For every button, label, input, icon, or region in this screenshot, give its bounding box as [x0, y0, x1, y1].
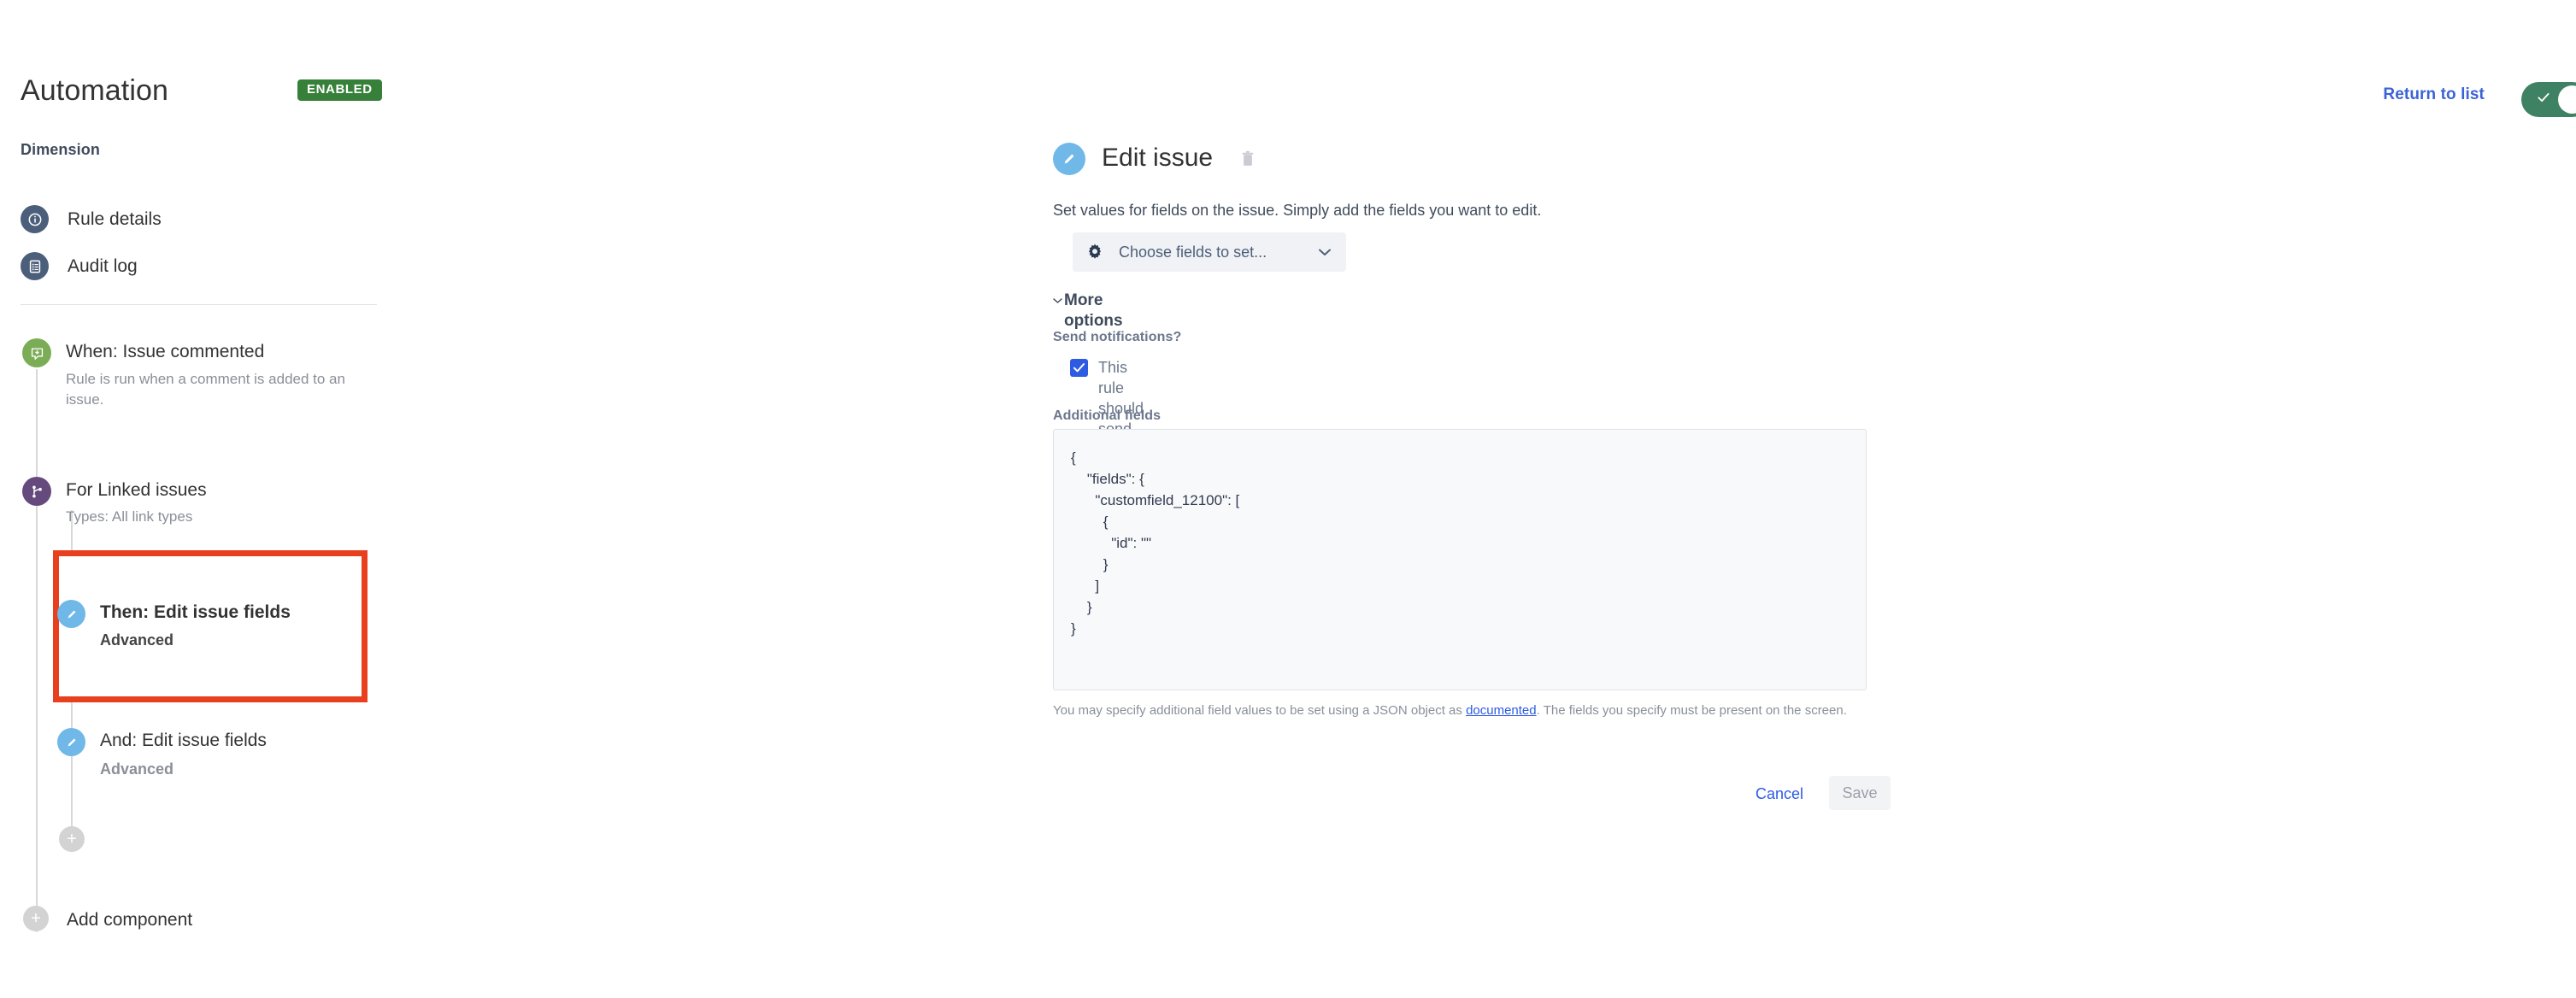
add-component-label[interactable]: Add component: [67, 909, 192, 931]
comment-trigger-icon: [22, 338, 51, 367]
choose-fields-dropdown[interactable]: Choose fields to set...: [1073, 232, 1346, 272]
trash-icon[interactable]: [1240, 150, 1256, 168]
branch-icon: [22, 477, 51, 506]
additional-fields-label: Additional fields: [1053, 408, 1162, 423]
flow-node-subtitle: Rule is run when a comment is added to a…: [66, 371, 345, 408]
json-code-content[interactable]: { "fields": { "customfield_12100": [ { "…: [1054, 430, 1866, 639]
flow-node-title: For Linked issues: [66, 480, 207, 500]
panel-description: Set values for fields on the issue. Simp…: [1053, 202, 1542, 219]
more-options-label: More options: [1064, 291, 1123, 330]
flow-node-title: When: Issue commented: [66, 342, 265, 361]
add-child-component-button[interactable]: +: [59, 826, 85, 852]
check-icon: [2535, 90, 2552, 109]
pencil-icon: [1053, 143, 1085, 175]
panel-title: Edit issue: [1102, 144, 1214, 172]
flow-connector-root: [36, 369, 38, 932]
flow-node-subtitle: Advanced: [100, 760, 174, 778]
choose-fields-label: Choose fields to set...: [1119, 244, 1267, 261]
checkbox-checked-icon[interactable]: [1070, 359, 1088, 377]
additional-fields-helper-text: You may specify additional field values …: [1053, 702, 1856, 720]
edit-issue-panel: Edit issue Set values for fields on the …: [1053, 0, 1959, 998]
plus-icon: +: [67, 830, 77, 848]
chevron-down-icon: [1053, 292, 1062, 309]
send-notifications-label: Send notifications?: [1053, 330, 1182, 344]
return-to-list-link[interactable]: Return to list: [2383, 85, 2485, 104]
rule-flow-tree: When: Issue commented Rule is run when a…: [0, 0, 402, 998]
flow-node-subtitle: Types: All link types: [66, 508, 193, 525]
plus-icon: +: [31, 909, 41, 928]
helper-text-before: You may specify additional field values …: [1053, 703, 1467, 718]
toggle-knob: [2558, 85, 2576, 114]
panel-header: Edit issue: [1053, 141, 1651, 179]
pencil-icon: [57, 728, 85, 756]
flow-node-title: Then: Edit issue fields: [100, 602, 291, 622]
add-component-button[interactable]: +: [23, 906, 49, 931]
flow-node-subtitle: Advanced: [100, 631, 174, 649]
rule-sidebar: Automation ENABLED Dimension Rule detail…: [0, 0, 402, 998]
helper-text-after: . The fields you specify must be present…: [1536, 703, 1847, 718]
selection-highlight-box: [53, 550, 368, 702]
cancel-button[interactable]: Cancel: [1756, 784, 1803, 804]
documented-link[interactable]: documented: [1466, 703, 1537, 718]
flow-node-title: And: Edit issue fields: [100, 731, 267, 750]
gear-icon: [1085, 243, 1104, 261]
chevron-down-icon: [1319, 246, 1331, 260]
rule-enabled-toggle[interactable]: [2521, 82, 2576, 117]
pencil-icon: [57, 600, 85, 628]
save-button[interactable]: Save: [1829, 776, 1891, 810]
additional-fields-json-editor[interactable]: { "fields": { "customfield_12100": [ { "…: [1053, 429, 1867, 690]
